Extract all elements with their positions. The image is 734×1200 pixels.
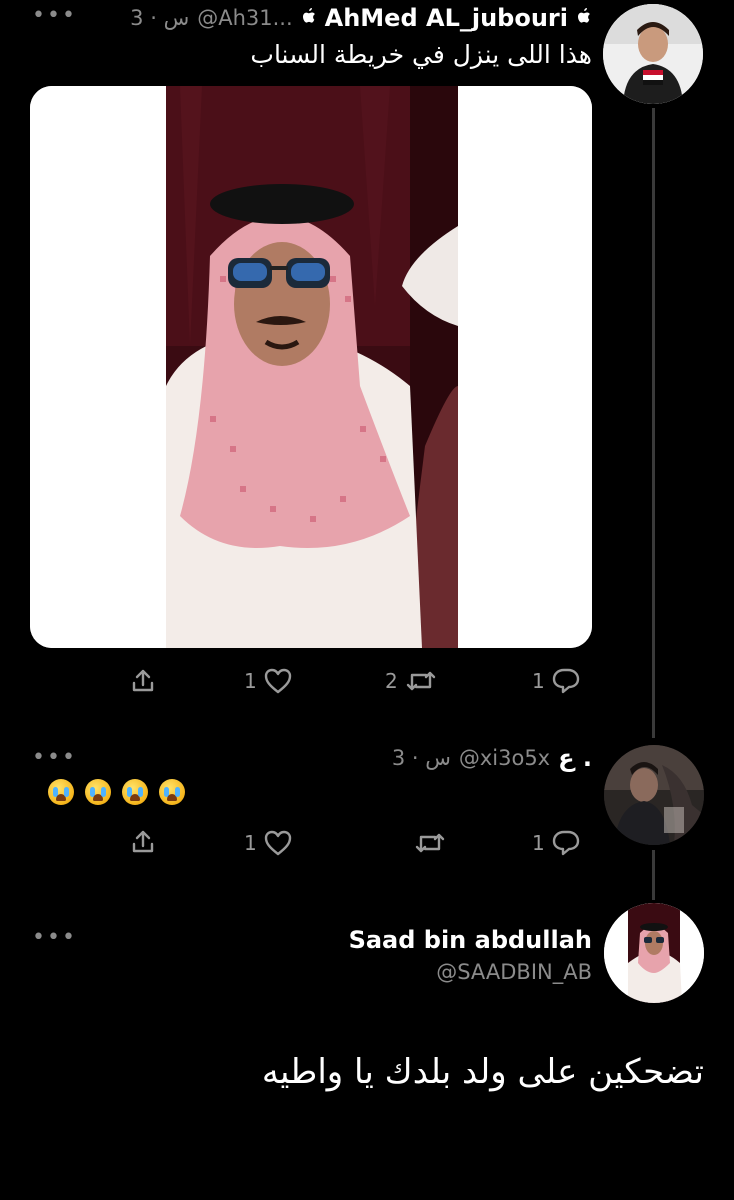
avatar-image	[604, 745, 704, 845]
reply-text: تضحكين على ولد بلدك يا واطيه	[261, 1052, 704, 1092]
author-name[interactable]: ع .	[558, 744, 592, 772]
tweet-header: 3 · س @xi3o5x ع .	[392, 744, 592, 772]
tweet-media[interactable]	[30, 86, 592, 648]
retweet-button[interactable]: 2	[385, 667, 438, 695]
avatar-image	[603, 4, 703, 104]
tweet-handle[interactable]: @Ah31...	[197, 6, 292, 30]
reply-icon	[551, 667, 581, 695]
loudly-crying-face-icon	[48, 779, 74, 805]
retweet-button[interactable]	[413, 829, 447, 857]
more-options-button[interactable]: •••	[32, 747, 77, 769]
like-count: 1	[244, 831, 257, 855]
share-icon	[130, 829, 156, 855]
loudly-crying-face-icon	[85, 779, 111, 805]
retweet-icon	[404, 667, 438, 695]
apple-icon	[576, 7, 592, 29]
retweet-count: 2	[385, 669, 398, 693]
loudly-crying-face-icon	[122, 779, 148, 805]
author-name[interactable]: AhMed AL_jubouri	[325, 4, 568, 32]
reply-count: 1	[532, 669, 545, 693]
more-options-button[interactable]: •••	[32, 5, 77, 27]
avatar[interactable]	[603, 4, 703, 104]
reply-count: 1	[532, 831, 545, 855]
tweet-photo	[30, 86, 592, 648]
loudly-crying-face-icon	[159, 779, 185, 805]
avatar-image	[604, 903, 704, 1003]
tweet-time: 3 · س	[130, 6, 190, 30]
share-button[interactable]	[130, 829, 156, 855]
tweet-text: هذا اللى ينزل في خريطة السناب	[250, 40, 592, 69]
share-icon	[130, 668, 156, 694]
like-count: 1	[244, 669, 257, 693]
tweet-text-emoji	[48, 779, 185, 805]
avatar[interactable]	[604, 903, 704, 1003]
share-button[interactable]	[130, 668, 156, 694]
author-name[interactable]: Saad bin abdullah	[349, 926, 592, 954]
tweet-handle[interactable]: @xi3o5x	[459, 746, 550, 770]
tweet-header: 3 · س @Ah31... AhMed AL_jubouri	[130, 4, 592, 32]
author-handle[interactable]: @SAADBIN_AB	[436, 960, 592, 984]
thread-line	[652, 850, 655, 900]
more-options-button[interactable]: •••	[32, 927, 77, 949]
like-button[interactable]: 1	[244, 667, 293, 695]
tweet-time: 3 · س	[391, 746, 451, 770]
heart-icon	[263, 829, 293, 857]
reply-button[interactable]: 1	[532, 667, 581, 695]
like-button[interactable]: 1	[244, 829, 293, 857]
retweet-icon	[413, 829, 447, 857]
heart-icon	[263, 667, 293, 695]
avatar[interactable]	[604, 745, 704, 845]
reply-icon	[551, 829, 581, 857]
thread-line	[652, 108, 655, 738]
reply-button[interactable]: 1	[532, 829, 581, 857]
apple-icon	[301, 7, 317, 29]
